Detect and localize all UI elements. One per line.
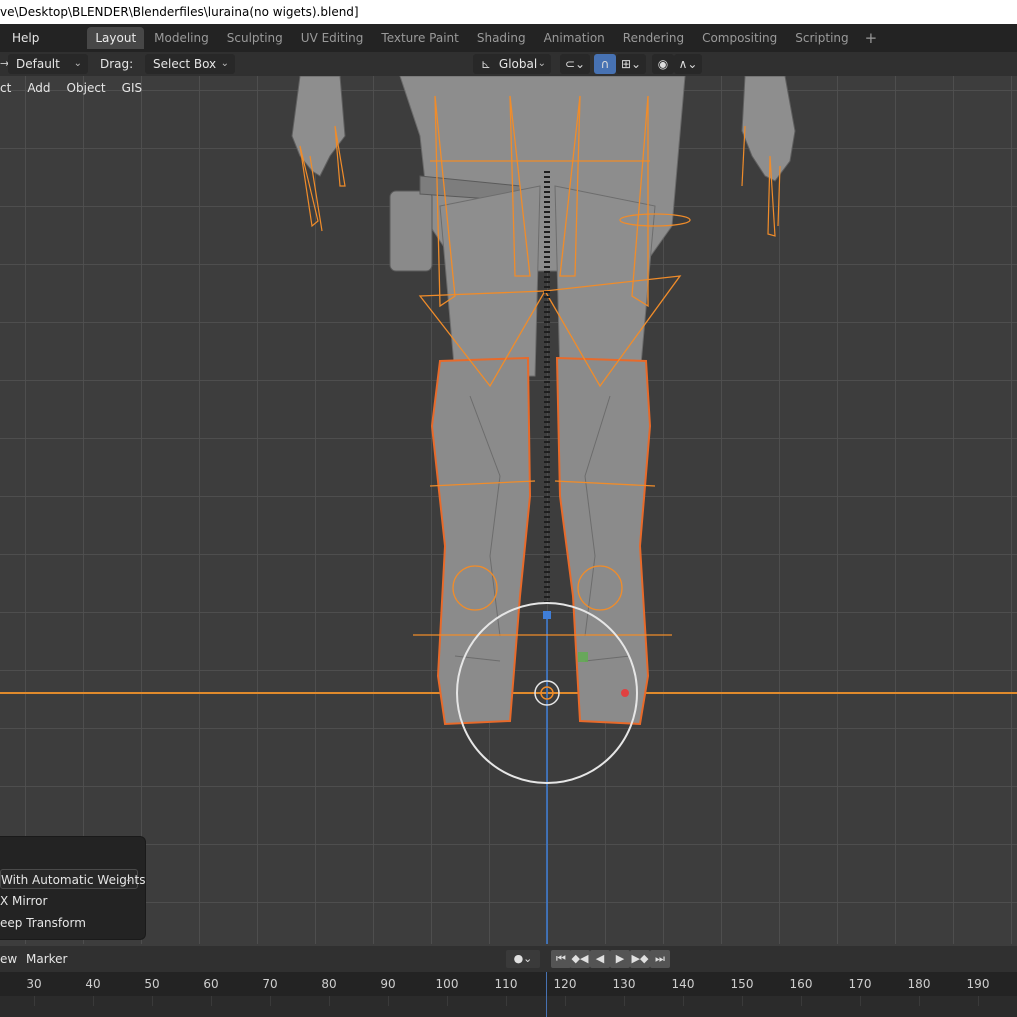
tab-uv-editing[interactable]: UV Editing [293,27,372,49]
3d-viewport[interactable]: ct Add Object GIS [0,76,1017,944]
drag-label: Drag: [100,57,134,71]
frame-label: 110 [494,977,518,991]
menu-view[interactable]: ew [0,946,17,972]
operator-redo-panel: With Automatic Weights ⌄ X Mirror eep Tr… [0,836,146,940]
viewport-header-menu: ct Add Object GIS [0,76,142,100]
frame-label: 30 [26,977,42,991]
frame-label: 160 [789,977,813,991]
tab-modeling[interactable]: Modeling [146,27,217,49]
keyframe-record-icon[interactable]: ●⌄ [506,950,540,968]
tool-header: → Default ⌄ Drag: Select Box ⌄ ⊾ Global … [0,52,1017,76]
current-frame-indicator[interactable] [546,972,547,1017]
gizmo-z-handle [543,611,551,619]
viewport-scene [0,76,1017,944]
menu-object[interactable]: Object [59,76,114,100]
frame-label: 140 [671,977,695,991]
jump-start-icon[interactable]: ⏮ [551,950,571,968]
right-boot [555,356,652,726]
frame-label: 100 [435,977,459,991]
menu-marker[interactable]: Marker [26,946,67,972]
frame-label: 90 [380,977,396,991]
falloff-curve-icon[interactable]: ∧⌄ [674,54,702,74]
transform-orientation-dropdown[interactable]: ⊾ Global ⌄ [473,54,551,74]
play-icon[interactable]: ▶ [610,950,630,968]
frame-label: 40 [85,977,101,991]
proportional-edit-icon[interactable]: ◉ [652,54,674,74]
transform-orientation-label: Global [498,57,538,71]
prev-keyframe-icon[interactable]: ◆◀ [570,950,590,968]
parent-type-select[interactable]: With Automatic Weights ⌄ [0,869,145,889]
frame-label: 50 [144,977,160,991]
chevron-down-icon: ⌄ [124,874,133,885]
orientation-dropdown[interactable]: Default ⌄ [8,54,88,74]
timeline-ruler[interactable]: 30 40 50 60 70 80 90 100 110 120 130 140… [0,972,1017,1017]
x-mirror-option[interactable]: X Mirror [0,891,47,911]
frame-label: 170 [848,977,872,991]
tab-compositing[interactable]: Compositing [694,27,785,49]
menu-add[interactable]: Add [19,76,58,100]
menu-gis[interactable]: GIS [114,76,150,100]
tab-scripting[interactable]: Scripting [787,27,856,49]
tab-rendering[interactable]: Rendering [615,27,692,49]
orientation-label: Default [16,57,60,71]
jump-end-icon[interactable]: ⏭ [650,950,670,968]
drag-value: Select Box [153,57,217,71]
frame-label: 180 [907,977,931,991]
chevron-down-icon: ⌄ [220,58,229,69]
menu-select[interactable]: ct [0,76,19,100]
holster [389,190,433,272]
window-title: ve\Desktop\BLENDER\Blenderfiles\luraina(… [0,0,1017,24]
drag-dropdown[interactable]: Select Box ⌄ [145,54,235,74]
tab-texture-paint[interactable]: Texture Paint [373,27,466,49]
pivot-point-icon[interactable]: ⊂⌄ [560,54,590,74]
left-leg [439,185,541,377]
help-menu[interactable]: Help [0,24,51,52]
gizmo-plane-handle [578,652,588,662]
transform-orientation-icon: ⊾ [481,57,492,71]
tab-animation[interactable]: Animation [536,27,613,49]
frame-label: 80 [321,977,337,991]
frame-label: 130 [612,977,636,991]
keep-transform-option[interactable]: eep Transform [0,913,86,933]
tab-sculpting[interactable]: Sculpting [219,27,291,49]
frame-label: 70 [262,977,278,991]
top-menubar: Help Layout Modeling Sculpting UV Editin… [0,24,1017,52]
right-hand [741,76,796,182]
play-reverse-icon[interactable]: ◀ [590,950,610,968]
left-boot [430,356,532,726]
left-hand [291,76,346,177]
snap-magnet-icon[interactable]: ∩ [594,54,616,74]
frame-label: 190 [966,977,990,991]
timeline-header: ew Marker ●⌄ ⏮ ◆◀ ◀ ▶ ▶◆ ⏭ [0,946,1017,972]
snap-increment-icon[interactable]: ⊞⌄ [616,54,646,74]
next-keyframe-icon[interactable]: ▶◆ [630,950,650,968]
frame-label: 150 [730,977,754,991]
chevron-down-icon: ⌄ [537,58,546,69]
chevron-down-icon: ⌄ [73,58,82,69]
frame-label: 120 [553,977,577,991]
tab-layout[interactable]: Layout [87,27,145,49]
add-workspace-button[interactable]: + [859,29,884,47]
gizmo-x-handle [621,689,629,697]
tab-shading[interactable]: Shading [469,27,534,49]
timeline-track[interactable] [0,996,1017,1017]
frame-label: 60 [203,977,219,991]
